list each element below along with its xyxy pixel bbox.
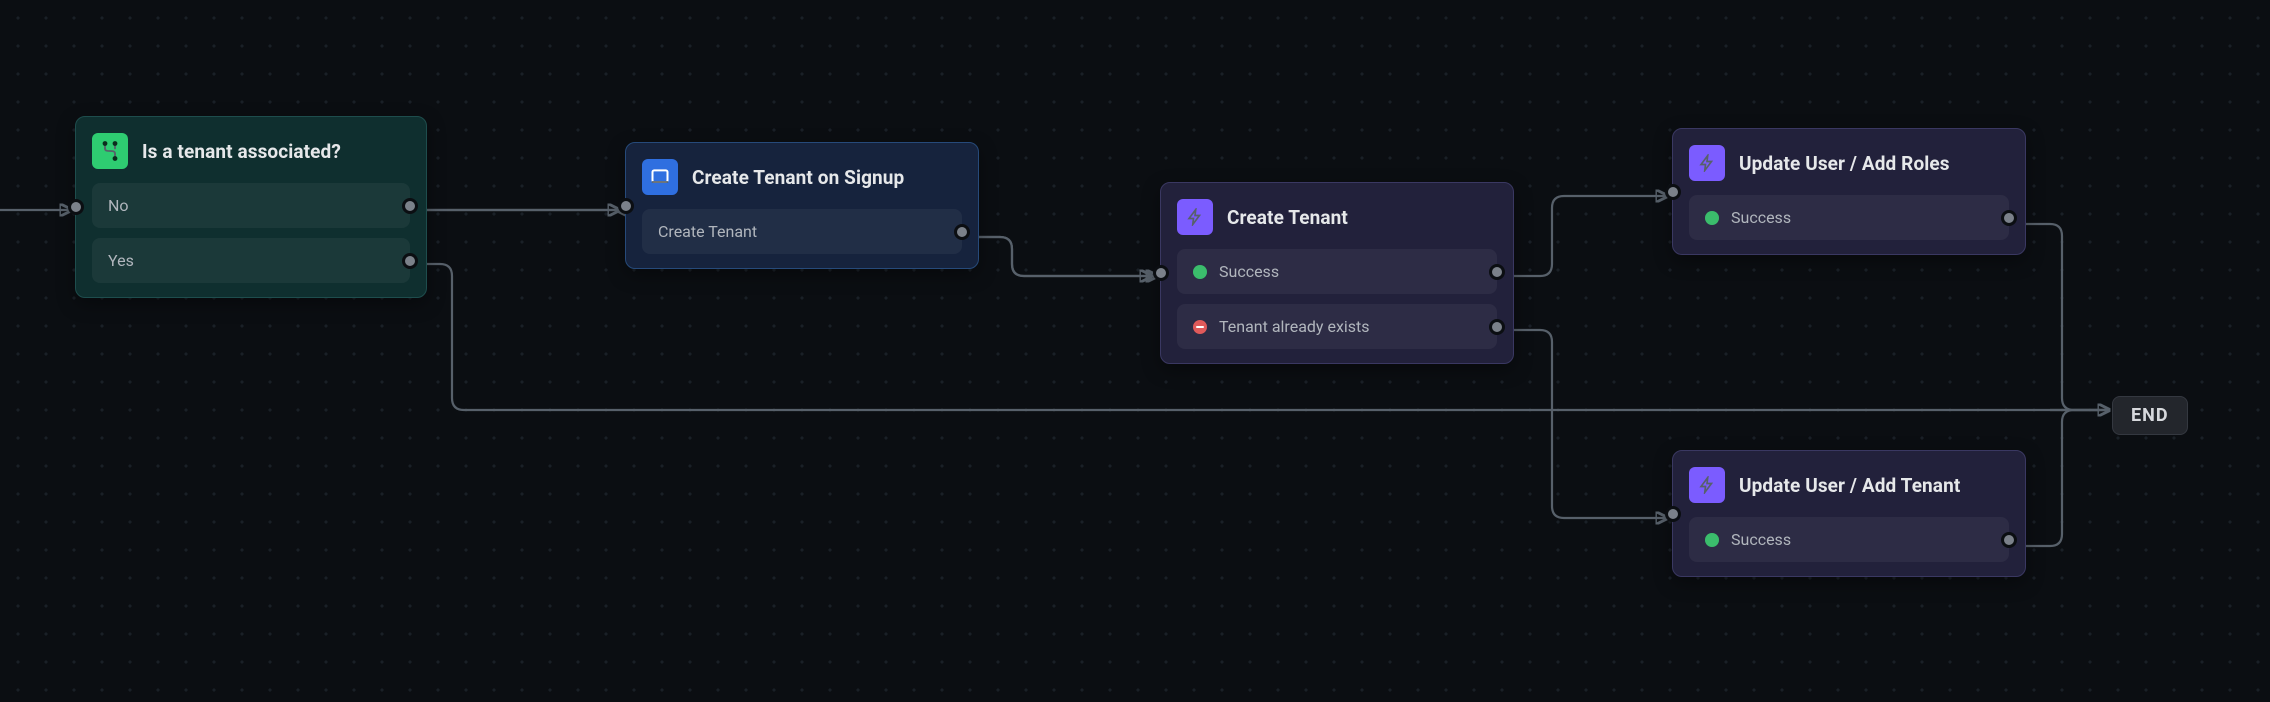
success-icon — [1193, 265, 1207, 279]
bolt-icon — [1177, 199, 1213, 235]
input-port[interactable] — [1665, 184, 1681, 200]
node-title: Create Tenant on Signup — [692, 166, 904, 189]
output-port[interactable] — [2001, 210, 2017, 226]
output-label: Success — [1731, 208, 1791, 227]
output-label: Success — [1219, 262, 1279, 281]
bolt-icon — [1689, 467, 1725, 503]
branch-option-yes[interactable]: Yes — [92, 238, 410, 283]
output-port[interactable] — [402, 253, 418, 269]
input-port[interactable] — [68, 199, 84, 215]
success-icon — [1705, 533, 1719, 547]
node-title: Update User / Add Tenant — [1739, 474, 1960, 497]
output-port[interactable] — [1489, 319, 1505, 335]
input-port[interactable] — [1153, 265, 1169, 281]
input-port[interactable] — [618, 198, 634, 214]
bolt-icon — [1689, 145, 1725, 181]
output-label: Success — [1731, 530, 1791, 549]
error-icon — [1193, 320, 1207, 334]
output-success[interactable]: Success — [1177, 249, 1497, 294]
end-label: END — [2131, 405, 2169, 426]
output-create-tenant[interactable]: Create Tenant — [642, 209, 962, 254]
form-icon — [642, 159, 678, 195]
output-port[interactable] — [402, 198, 418, 214]
node-condition[interactable]: Is a tenant associated? No Yes — [75, 116, 427, 298]
canvas-dot-grid — [0, 0, 2270, 702]
node-signup-form[interactable]: Create Tenant on Signup Create Tenant — [625, 142, 979, 269]
branch-option-label: Yes — [108, 251, 134, 270]
input-port[interactable] — [1665, 506, 1681, 522]
output-label: Tenant already exists — [1219, 317, 1370, 336]
node-title: Update User / Add Roles — [1739, 152, 1950, 175]
branch-icon — [92, 133, 128, 169]
success-icon — [1705, 211, 1719, 225]
output-success[interactable]: Success — [1689, 517, 2009, 562]
output-tenant-exists[interactable]: Tenant already exists — [1177, 304, 1497, 349]
node-title: Is a tenant associated? — [142, 140, 341, 163]
end-node[interactable]: END — [2112, 396, 2188, 435]
output-label: Create Tenant — [658, 222, 757, 241]
output-port[interactable] — [2001, 532, 2017, 548]
node-title: Create Tenant — [1227, 206, 1348, 229]
output-port[interactable] — [1489, 264, 1505, 280]
branch-option-no[interactable]: No — [92, 183, 410, 228]
output-port[interactable] — [954, 224, 970, 240]
output-success[interactable]: Success — [1689, 195, 2009, 240]
branch-option-label: No — [108, 196, 129, 215]
node-create-tenant[interactable]: Create Tenant Success Tenant already exi… — [1160, 182, 1514, 364]
node-update-roles[interactable]: Update User / Add Roles Success — [1672, 128, 2026, 255]
node-update-tenant[interactable]: Update User / Add Tenant Success — [1672, 450, 2026, 577]
